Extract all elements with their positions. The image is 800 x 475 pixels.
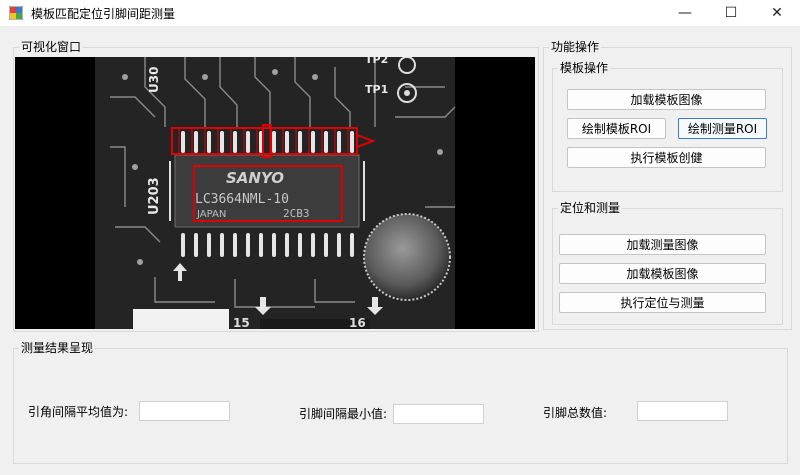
pin-count-label: 引脚总数值: [543,406,608,420]
ic-pin-top [181,131,185,153]
image-canvas[interactable]: TP2 TP1 U30 U203 SANYO LC3664NML-10 JAPA… [15,57,535,329]
chip-origin: JAPAN [196,209,226,220]
ic-pin-top [220,131,224,153]
pin-count-field[interactable] [637,401,728,421]
ic-pin-bottom [246,233,250,257]
load-measure-image-button[interactable]: 加载测量图像 [559,234,766,255]
results-group-label: 测量结果呈现 [19,341,96,355]
functions-group-label: 功能操作 [549,40,602,54]
ic-pin-top [285,131,289,153]
ic-pin-top [272,131,276,153]
ic-pin-top [246,131,250,153]
chip-part: LC3664NML-10 [195,192,289,207]
ic-pin-bottom [272,233,276,257]
template-ops-label: 模板操作 [558,61,611,75]
ic-pin-bottom [337,233,341,257]
close-button[interactable]: ✕ [754,0,800,26]
ic-pin-top [337,131,341,153]
locate-measure-label: 定位和测量 [558,201,623,215]
chip-code: 2CB3 [283,207,310,220]
window-title: 模板匹配定位引脚间距测量 [31,7,176,21]
avg-spacing-label: 引角间隔平均值为: [28,405,129,419]
draw-template-roi-button[interactable]: 绘制模板ROI [567,118,666,139]
tp2-label: TP2 [365,57,388,66]
maximize-button[interactable]: ☐ [708,0,754,26]
ic-pin-bottom [181,233,185,257]
ic-pin-top [233,131,237,153]
pad-15-label: 15 [233,316,250,329]
capacitor [363,213,451,301]
ic-pin-top [298,131,302,153]
min-spacing-field[interactable] [393,404,484,424]
run-locate-measure-button[interactable]: 执行定位与测量 [559,292,766,313]
ic-pin-bottom [298,233,302,257]
load-template-image-button[interactable]: 加载模板图像 [567,89,766,110]
pcb-image: TP2 TP1 U30 U203 SANYO LC3664NML-10 JAPA… [95,57,456,329]
ic-pin-bottom [285,233,289,257]
ic-pin-top [350,131,354,153]
maximize-icon: ☐ [724,5,738,21]
tp1-label: TP1 [365,83,388,96]
ic-pin-bottom [194,233,198,257]
ic-pin-bottom [220,233,224,257]
ic-pin-top [207,131,211,153]
avg-spacing-field[interactable] [139,401,230,421]
u30-label: U30 [147,67,161,93]
chip-brand: SANYO [226,169,284,187]
ic-pin-bottom [350,233,354,257]
u203-label: U203 [147,177,162,215]
ic-pin-bottom [207,233,211,257]
load-template-image-button-2[interactable]: 加载模板图像 [559,263,766,284]
ic-pin-top [324,131,328,153]
ic-pin-bottom [324,233,328,257]
title-bar: 模板匹配定位引脚间距测量 — ☐ ✕ [0,0,800,26]
min-spacing-label: 引脚间隔最小值: [299,407,388,421]
visual-group-label: 可视化窗口 [19,40,84,54]
label-sticker [133,309,229,329]
pad-16-label: 16 [349,316,366,329]
draw-measure-roi-button[interactable]: 绘制测量ROI [678,118,767,139]
close-icon: ✕ [771,5,783,21]
ic-pin-bottom [259,233,263,257]
ic-pin-top [194,131,198,153]
create-template-button[interactable]: 执行模板创健 [567,147,766,168]
ic-pin-bottom [311,233,315,257]
ic-pin-top [311,131,315,153]
minimize-button[interactable]: — [662,0,708,26]
ic-pin-bottom [233,233,237,257]
minimize-icon: — [678,5,692,21]
app-icon [9,6,23,20]
